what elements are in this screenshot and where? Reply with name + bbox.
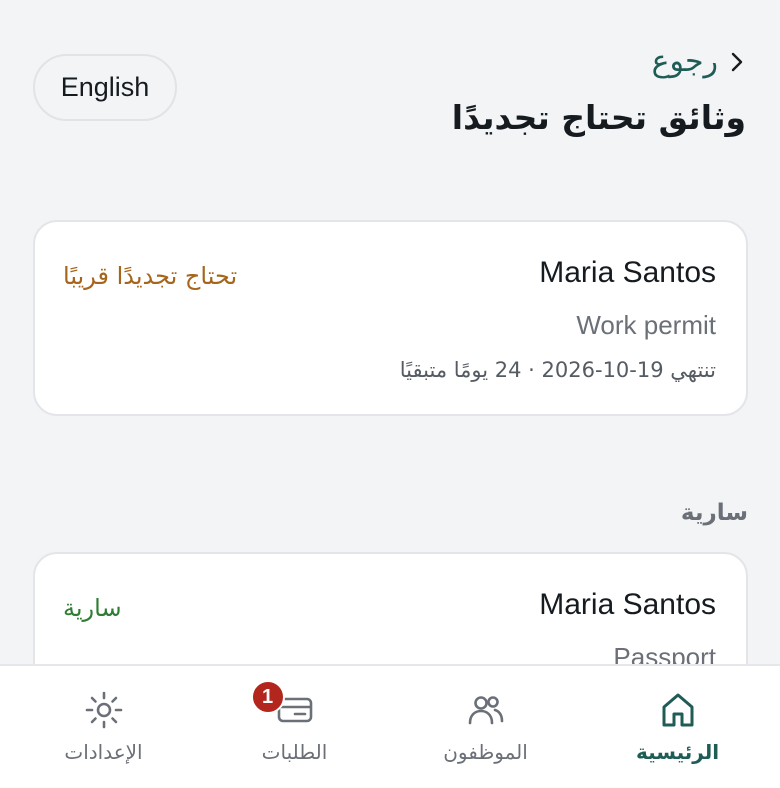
nav-label: الرئيسية [635, 740, 720, 764]
document-card[interactable]: Maria Santos تحتاج تجديدًا قريبًا Work p… [33, 220, 748, 416]
back-label: رجوع [651, 44, 718, 79]
employee-name: Maria Santos [539, 588, 716, 621]
expiry-info: تنتهي 19-10-2026 · 24 يومًا متبقيًا [399, 358, 716, 382]
nav-item-requests[interactable]: 1 الطلبات [197, 666, 392, 788]
bottom-nav: الرئيسية الموظفون 1 الطلبات الإعدادات [0, 664, 780, 788]
back-link[interactable]: رجوع [652, 44, 744, 79]
nav-item-settings[interactable]: الإعدادات [6, 666, 201, 788]
sun-icon [84, 690, 124, 730]
screen: رجوع وثائق تحتاج تجديدًا English Maria S… [0, 0, 780, 788]
nav-label: الموظفون [443, 740, 528, 764]
people-icon [466, 690, 506, 730]
document-type: Work permit [576, 310, 716, 340]
language-toggle-button[interactable]: English [33, 54, 177, 121]
status-badge: سارية [63, 594, 122, 622]
status-badge: تحتاج تجديدًا قريبًا [63, 262, 238, 290]
home-icon [658, 690, 698, 730]
employee-name: Maria Santos [539, 256, 716, 289]
section-label-valid: سارية [680, 500, 748, 526]
nav-label: الإعدادات [64, 740, 143, 764]
nav-item-home[interactable]: الرئيسية [580, 666, 775, 788]
chevron-right-icon [730, 51, 744, 73]
notification-badge: 1 [250, 680, 285, 714]
nav-item-employees[interactable]: الموظفون [388, 666, 583, 788]
nav-label: الطلبات [261, 740, 328, 764]
card-icon: 1 [250, 680, 315, 730]
page-title: وثائق تحتاج تجديدًا [451, 98, 746, 137]
